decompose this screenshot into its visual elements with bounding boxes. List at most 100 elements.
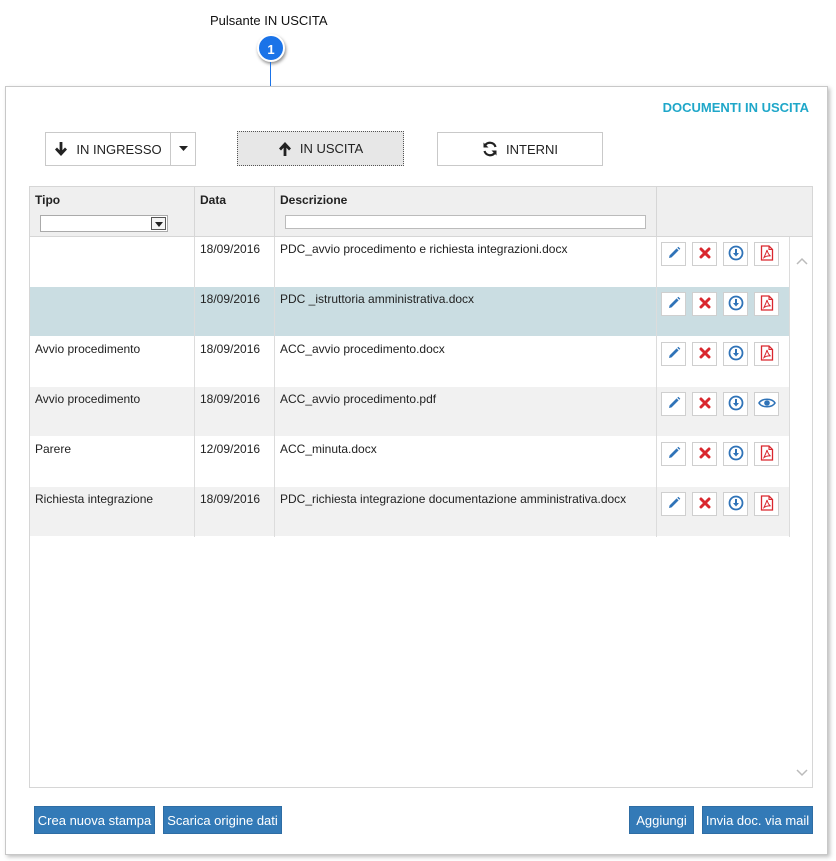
download-button[interactable] xyxy=(723,392,748,416)
cell-actions xyxy=(657,487,790,537)
table-row[interactable]: 18/09/2016 PDC _istruttoria amministrativ… xyxy=(30,287,790,337)
table-row[interactable]: Avvio procedimento 18/09/2016 ACC_avvio pr… xyxy=(30,337,790,387)
download-button[interactable] xyxy=(723,242,748,266)
pdf-button[interactable] xyxy=(754,342,779,366)
arrow-up-icon xyxy=(278,141,292,157)
in-uscita-button[interactable]: IN USCITA xyxy=(237,131,404,166)
documents-grid: Tipo Data Descrizione 18/09/2016 PDC_avvi… xyxy=(29,186,813,788)
in-ingresso-dropdown-button[interactable] xyxy=(170,132,196,166)
table-row[interactable]: 18/09/2016 PDC_avvio procedimento e richi… xyxy=(30,237,790,287)
cell-tipo xyxy=(30,237,195,287)
in-ingresso-button[interactable]: IN INGRESSO xyxy=(45,132,170,166)
column-header-data-label: Data xyxy=(200,193,227,207)
download-icon xyxy=(728,395,744,414)
scroll-down-icon[interactable] xyxy=(796,765,808,777)
delete-button[interactable] xyxy=(692,492,717,516)
pdf-icon xyxy=(760,494,774,514)
pencil-icon xyxy=(667,246,681,263)
in-ingresso-label: IN INGRESSO xyxy=(76,141,162,157)
caret-down-icon xyxy=(178,146,188,152)
cell-data: 18/09/2016 xyxy=(195,287,275,337)
aggiungi-button[interactable]: Aggiungi xyxy=(629,806,694,834)
cell-data: 18/09/2016 xyxy=(195,487,275,537)
scarica-origine-dati-button[interactable]: Scarica origine dati xyxy=(163,806,282,834)
download-button[interactable] xyxy=(723,492,748,516)
pdf-button[interactable] xyxy=(754,492,779,516)
callout-label: Pulsante IN USCITA xyxy=(210,13,328,28)
column-header-tipo-label: Tipo xyxy=(35,193,61,207)
cell-data: 18/09/2016 xyxy=(195,237,275,287)
cell-data: 18/09/2016 xyxy=(195,387,275,437)
invia-doc-via-mail-button[interactable]: Invia doc. via mail xyxy=(702,806,813,834)
pencil-icon xyxy=(667,296,681,313)
delete-button[interactable] xyxy=(692,392,717,416)
edit-button[interactable] xyxy=(661,292,686,316)
interni-label: INTERNI xyxy=(506,141,558,157)
select-arrow-icon[interactable] xyxy=(151,217,166,230)
table-row[interactable]: Avvio procedimento 18/09/2016 ACC_avvio pr… xyxy=(30,387,790,437)
delete-button[interactable] xyxy=(692,292,717,316)
cell-tipo: Parere xyxy=(30,437,195,487)
cell-descrizione: ACC_avvio procedimento.pdf xyxy=(275,387,657,437)
column-header-data: Data xyxy=(195,187,275,237)
delete-icon xyxy=(699,347,711,362)
cell-tipo: Avvio procedimento xyxy=(30,387,195,437)
cell-descrizione: ACC_minuta.docx xyxy=(275,437,657,487)
scroll-up-icon[interactable] xyxy=(796,255,808,267)
cell-descrizione: PDC_avvio procedimento e richiesta integ… xyxy=(275,237,657,287)
documents-panel: DOCUMENTI IN USCITA IN INGRESSO IN USCIT… xyxy=(5,86,828,855)
column-header-actions xyxy=(657,187,812,237)
delete-icon xyxy=(699,447,711,462)
edit-button[interactable] xyxy=(661,442,686,466)
table-row[interactable]: Richiesta integrazione 18/09/2016 PDC_rich… xyxy=(30,487,790,537)
download-icon xyxy=(728,445,744,464)
descrizione-filter-input[interactable] xyxy=(285,215,646,229)
download-icon xyxy=(728,495,744,514)
pdf-icon xyxy=(760,244,774,264)
edit-button[interactable] xyxy=(661,242,686,266)
interni-button[interactable]: INTERNI xyxy=(437,132,603,166)
edit-button[interactable] xyxy=(661,492,686,516)
download-icon xyxy=(728,345,744,364)
pencil-icon xyxy=(667,396,681,413)
vertical-scrollbar[interactable] xyxy=(792,237,812,787)
cell-actions xyxy=(657,237,790,287)
cell-data: 18/09/2016 xyxy=(195,337,275,387)
cell-actions xyxy=(657,387,790,437)
cell-tipo: Avvio procedimento xyxy=(30,337,195,387)
panel-title: DOCUMENTI IN USCITA xyxy=(662,100,809,115)
callout-badge: 1 xyxy=(257,34,285,62)
cell-actions xyxy=(657,287,790,337)
download-button[interactable] xyxy=(723,292,748,316)
grid-rows: 18/09/2016 PDC_avvio procedimento e richi… xyxy=(30,237,790,537)
grid-header: Tipo Data Descrizione xyxy=(30,187,812,237)
pdf-icon xyxy=(760,294,774,314)
cell-actions xyxy=(657,337,790,387)
cell-data: 12/09/2016 xyxy=(195,437,275,487)
delete-icon xyxy=(699,397,711,412)
edit-button[interactable] xyxy=(661,342,686,366)
pencil-icon xyxy=(667,496,681,513)
download-button[interactable] xyxy=(723,342,748,366)
cell-tipo: Richiesta integrazione xyxy=(30,487,195,537)
table-row[interactable]: Parere 12/09/2016 ACC_minuta.docx xyxy=(30,437,790,487)
in-uscita-label: IN USCITA xyxy=(299,141,364,156)
download-icon xyxy=(728,245,744,264)
pdf-button[interactable] xyxy=(754,292,779,316)
column-header-descrizione: Descrizione xyxy=(275,187,657,237)
edit-button[interactable] xyxy=(661,392,686,416)
tipo-filter-select[interactable] xyxy=(40,215,168,232)
pencil-icon xyxy=(667,446,681,463)
delete-button[interactable] xyxy=(692,442,717,466)
download-button[interactable] xyxy=(723,442,748,466)
column-header-tipo: Tipo xyxy=(30,187,195,237)
delete-button[interactable] xyxy=(692,342,717,366)
delete-button[interactable] xyxy=(692,242,717,266)
pencil-icon xyxy=(667,346,681,363)
crea-nuova-stampa-button[interactable]: Crea nuova stampa xyxy=(34,806,155,834)
cell-descrizione: ACC_avvio procedimento.docx xyxy=(275,337,657,387)
preview-button[interactable] xyxy=(754,392,779,416)
column-header-descrizione-label: Descrizione xyxy=(280,193,348,207)
pdf-button[interactable] xyxy=(754,442,779,466)
pdf-button[interactable] xyxy=(754,242,779,266)
